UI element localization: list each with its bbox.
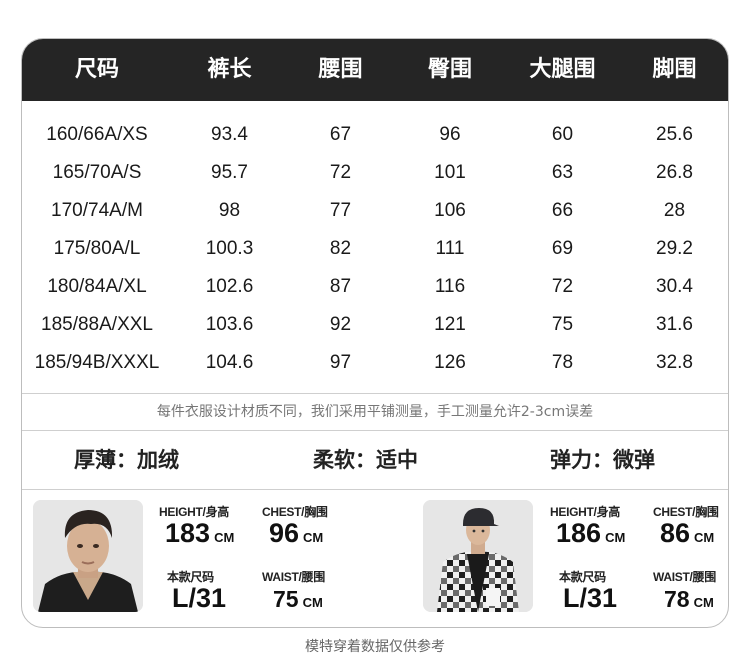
- cell-leg-opening: 29.2: [656, 238, 693, 259]
- table-row: 185/94B/XXXL 104.6 97 126 78 32.8: [22, 344, 728, 382]
- cell-size: 160/66A/XS: [46, 124, 148, 145]
- model-2-height-value: 186: [556, 518, 602, 548]
- cell-hip: 116: [434, 276, 466, 297]
- model-1-height-value: 183: [165, 518, 211, 548]
- cell-hip: 126: [434, 352, 466, 373]
- model-1-waist-value: 75: [273, 586, 299, 612]
- model-1-size: L/31: [172, 583, 227, 613]
- header-hip: 臀围: [427, 57, 472, 82]
- cell-size: 180/84A/XL: [47, 276, 147, 297]
- cell-waist: 77: [329, 200, 352, 221]
- softness-property: 柔软：适中: [313, 448, 418, 472]
- model-2-chest: 86 CM: [660, 518, 714, 549]
- cell-thigh: 75: [551, 314, 574, 335]
- divider: [22, 489, 728, 490]
- cell-leg-opening: 28: [663, 200, 686, 221]
- cell-waist: 87: [329, 276, 352, 297]
- cell-hip: 101: [434, 162, 466, 183]
- model-1-waist: 75 CM: [273, 586, 323, 613]
- cell-size: 165/70A/S: [52, 162, 142, 183]
- unit-label: CM: [605, 530, 626, 545]
- cell-hip: 106: [434, 200, 466, 221]
- cell-length: 103.6: [205, 314, 254, 335]
- cell-length: 102.6: [205, 276, 254, 297]
- header-thigh: 大腿围: [529, 57, 596, 82]
- table-row: 170/74A/M 98 77 106 66 28: [22, 192, 728, 230]
- cell-length: 100.3: [205, 238, 254, 259]
- model-2-size: L/31: [563, 583, 618, 613]
- model-photo-1: [33, 500, 143, 612]
- header-leg-opening: 脚围: [652, 57, 697, 82]
- model-1-chest: 96 CM: [269, 518, 323, 549]
- model-2-height: 186 CM: [556, 518, 625, 549]
- header-length: 裤长: [207, 57, 252, 82]
- header-waist: 腰围: [318, 57, 363, 82]
- cell-size: 185/88A/XXL: [41, 314, 153, 335]
- table-row: 180/84A/XL 102.6 87 116 72 30.4: [22, 268, 728, 306]
- unit-label: CM: [693, 595, 714, 610]
- table-row: 175/80A/L 100.3 82 111 69 29.2: [22, 230, 728, 268]
- cell-leg-opening: 32.8: [656, 352, 693, 373]
- size-chart-card: 尺码 裤长 腰围 臀围 大腿围 脚围 160/66A/XS 93.4 67 96…: [21, 38, 729, 628]
- cell-length: 98: [218, 200, 241, 221]
- cell-hip: 111: [435, 238, 465, 259]
- cell-waist: 92: [329, 314, 352, 335]
- cell-thigh: 63: [551, 162, 574, 183]
- model-2-chest-value: 86: [660, 518, 691, 548]
- cell-leg-opening: 25.6: [656, 124, 693, 145]
- cell-thigh: 69: [551, 238, 574, 259]
- cell-waist: 72: [329, 162, 352, 183]
- elasticity-property: 弹力：微弹: [550, 448, 655, 472]
- table-row: 160/66A/XS 93.4 67 96 60 25.6: [22, 116, 728, 154]
- cell-thigh: 66: [551, 200, 574, 221]
- model-1-height: 183 CM: [165, 518, 234, 549]
- table-header: 尺码 裤长 腰围 臀围 大腿围 脚围: [22, 39, 728, 101]
- cell-waist: 82: [329, 238, 352, 259]
- model-2-waist-value: 78: [664, 586, 690, 612]
- table-row: 165/70A/S 95.7 72 101 63 26.8: [22, 154, 728, 192]
- thickness-property: 厚薄：加绒: [74, 448, 179, 472]
- model-2-waist-label: WAIST/腰围: [653, 570, 716, 584]
- unit-label: CM: [302, 595, 323, 610]
- cell-length: 104.6: [205, 352, 254, 373]
- model-1-chest-value: 96: [269, 518, 300, 548]
- cell-leg-opening: 30.4: [656, 276, 693, 297]
- cell-thigh: 78: [551, 352, 574, 373]
- cell-size: 185/94B/XXXL: [34, 352, 160, 373]
- measurement-note: 每件衣服设计材质不同，我们采用平铺测量，手工测量允许2-3cm误差: [156, 404, 594, 420]
- cell-thigh: 60: [551, 124, 574, 145]
- model-photo-2: [423, 500, 533, 612]
- unit-label: CM: [214, 530, 235, 545]
- cell-size: 175/80A/L: [53, 238, 141, 259]
- cell-waist: 67: [329, 124, 352, 145]
- cell-leg-opening: 31.6: [656, 314, 693, 335]
- cell-size: 170/74A/M: [51, 200, 143, 221]
- cell-hip: 96: [439, 124, 461, 145]
- cell-length: 93.4: [211, 124, 248, 145]
- cell-thigh: 72: [551, 276, 574, 297]
- model-2-waist: 78 CM: [664, 586, 714, 613]
- cell-hip: 121: [434, 314, 466, 335]
- unit-label: CM: [303, 530, 324, 545]
- header-size: 尺码: [74, 57, 119, 82]
- cell-length: 95.7: [211, 162, 248, 183]
- cell-leg-opening: 26.8: [656, 162, 693, 183]
- model-1-waist-label: WAIST/腰围: [262, 570, 325, 584]
- cell-waist: 97: [329, 352, 352, 373]
- unit-label: CM: [694, 530, 715, 545]
- table-row: 185/88A/XXL 103.6 92 121 75 31.6: [22, 306, 728, 344]
- footer-note: 模特穿着数据仅供参考: [305, 639, 445, 655]
